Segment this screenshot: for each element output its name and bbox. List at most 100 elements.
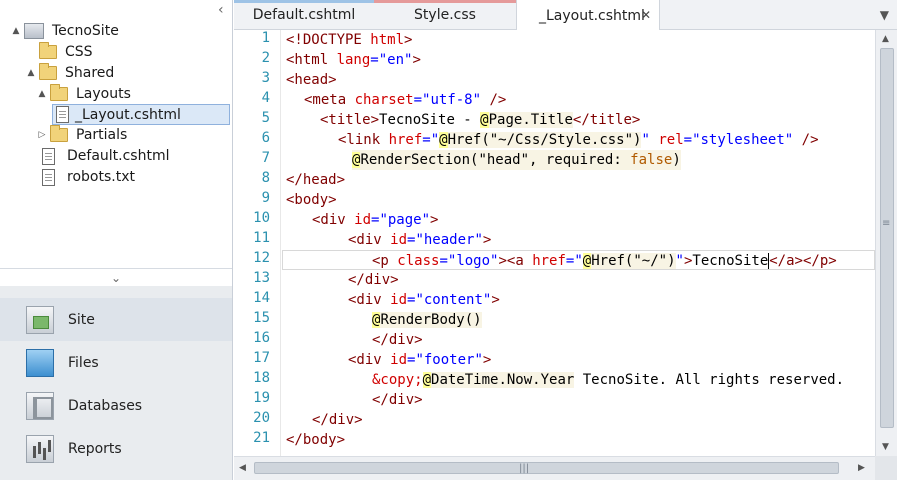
- pane-splitter[interactable]: ⌄: [0, 268, 232, 286]
- code-token: />: [481, 92, 507, 108]
- code-token: id: [390, 352, 408, 368]
- code-line: <!DOCTYPE html>: [286, 30, 412, 50]
- tab-stripe: [374, 0, 516, 3]
- code-token: @: [480, 112, 489, 128]
- code-token: id: [390, 292, 408, 308]
- tree-node-shared[interactable]: ▲ Shared: [25, 63, 114, 83]
- collapse-arrow-icon[interactable]: ▲: [25, 68, 37, 78]
- code-token: "footer": [415, 352, 483, 368]
- scroll-left-icon[interactable]: ◀: [239, 463, 246, 473]
- site-icon: [26, 305, 54, 334]
- line-number: 18: [253, 370, 270, 386]
- files-icon: [26, 348, 54, 377]
- line-number: 14: [253, 290, 270, 306]
- scroll-up-icon[interactable]: ▲: [882, 34, 889, 44]
- code-token: @: [422, 372, 432, 388]
- code-token: Href("~/"): [591, 253, 676, 269]
- scroll-down-icon[interactable]: ▼: [882, 442, 889, 452]
- file-icon: [42, 147, 55, 165]
- code-line: <head>: [286, 70, 337, 90]
- code-editor: Default.cshtml Style.css _Layout.cshtml …: [234, 0, 897, 480]
- code-token: <html: [286, 52, 337, 68]
- chevron-down-icon[interactable]: ⌄: [111, 271, 121, 285]
- tab-label: Default.cshtml: [252, 7, 356, 23]
- code-token: <meta: [304, 92, 355, 108]
- horizontal-scroll-thumb[interactable]: [254, 462, 839, 474]
- code-token: @: [582, 253, 592, 269]
- code-token: "utf-8": [422, 92, 482, 108]
- line-number: 3: [261, 70, 270, 86]
- code-token: >: [491, 292, 500, 308]
- code-token: ": [574, 253, 583, 269]
- code-token: href: [532, 253, 566, 269]
- code-token: lang: [336, 52, 371, 68]
- workspace-site[interactable]: Site: [0, 298, 232, 341]
- code-line: <html lang="en">: [286, 50, 421, 70]
- line-number: 5: [261, 110, 270, 126]
- line-number: 21: [253, 430, 270, 446]
- workspace-reports[interactable]: Reports: [0, 427, 232, 470]
- line-number: 13: [253, 270, 270, 286]
- tree-node-label: _Layout.cshtml: [75, 106, 181, 123]
- close-icon[interactable]: ✕: [641, 8, 651, 22]
- code-line: @RenderSection("head", required: false): [352, 150, 681, 170]
- code-line: </div>: [372, 330, 423, 350]
- tree-node-layout-file[interactable]: _Layout.cshtml: [52, 104, 230, 125]
- code-line: @RenderBody(): [372, 310, 482, 330]
- grip-icon: |||: [519, 463, 530, 474]
- collapse-arrow-icon[interactable]: ▲: [36, 89, 48, 99]
- tab-layout-cshtml[interactable]: _Layout.cshtml ✕: [516, 0, 660, 31]
- workspace-databases[interactable]: Databases: [0, 384, 232, 427]
- code-token: @: [439, 132, 448, 148]
- line-number: 11: [253, 230, 270, 246]
- website-icon: [24, 23, 44, 39]
- horizontal-scrollbar[interactable]: ◀ ||| ▶: [234, 456, 875, 480]
- tab-overflow-icon[interactable]: ▼: [880, 8, 889, 22]
- vertical-scroll-thumb[interactable]: [880, 48, 894, 428]
- tab-style-css[interactable]: Style.css: [374, 0, 516, 30]
- vertical-scrollbar[interactable]: ▲ ≡ ▼: [875, 30, 897, 456]
- tree-node-robots[interactable]: robots.txt: [42, 167, 135, 187]
- code-line: </head>: [286, 170, 345, 190]
- tab-default-cshtml[interactable]: Default.cshtml: [234, 0, 374, 30]
- line-number: 15: [253, 310, 270, 326]
- expand-arrow-icon[interactable]: ▷: [36, 130, 48, 140]
- code-area[interactable]: 1 2 3 4 5 6 7 8 9 10 11 12 13 14 15 16 1…: [234, 30, 875, 456]
- code-token: "content": [415, 292, 492, 308]
- workspace-label: Site: [68, 311, 95, 328]
- folder-icon: [39, 42, 57, 59]
- workspace-files[interactable]: Files: [0, 341, 232, 384]
- reports-icon: [26, 434, 54, 463]
- code-line: <title>TecnoSite - @Page.Title</title>: [320, 110, 640, 130]
- code-token: RenderSection("head",: [360, 152, 546, 168]
- code-token: "page": [379, 212, 431, 228]
- code-token: =: [439, 253, 448, 269]
- line-number: 1: [261, 30, 270, 46]
- code-token: <title>: [320, 112, 380, 128]
- code-token: required: [545, 152, 614, 168]
- code-token: </div>: [372, 392, 423, 408]
- scroll-right-icon[interactable]: ▶: [858, 463, 865, 473]
- folder-icon: [50, 125, 68, 142]
- code-line: <div id="page">: [312, 210, 438, 230]
- line-number: 7: [261, 150, 270, 166]
- pin-icon[interactable]: ‹: [218, 2, 224, 18]
- line-number: 17: [253, 350, 270, 366]
- tree-node-label: Partials: [76, 127, 128, 143]
- code-line: <body>: [286, 190, 337, 210]
- tree-node-layouts[interactable]: ▲ Layouts: [36, 84, 131, 104]
- code-token: =: [683, 132, 693, 148]
- folder-icon: [50, 84, 68, 101]
- line-number: 6: [261, 130, 270, 146]
- tree-node-default[interactable]: Default.cshtml: [42, 146, 169, 166]
- collapse-arrow-icon[interactable]: ▲: [10, 26, 22, 36]
- code-token: =: [370, 52, 379, 68]
- code-token: id: [354, 212, 372, 228]
- line-number: 20: [253, 410, 270, 426]
- text-cursor: TecnoSite: [692, 253, 770, 269]
- tree-node-site[interactable]: ▲ TecnoSite: [10, 21, 119, 41]
- tab-stripe: [234, 0, 374, 3]
- tree-node-label: Layouts: [76, 86, 131, 102]
- tree-node-partials[interactable]: ▷ Partials: [36, 125, 127, 145]
- tree-node-css[interactable]: CSS: [25, 42, 93, 62]
